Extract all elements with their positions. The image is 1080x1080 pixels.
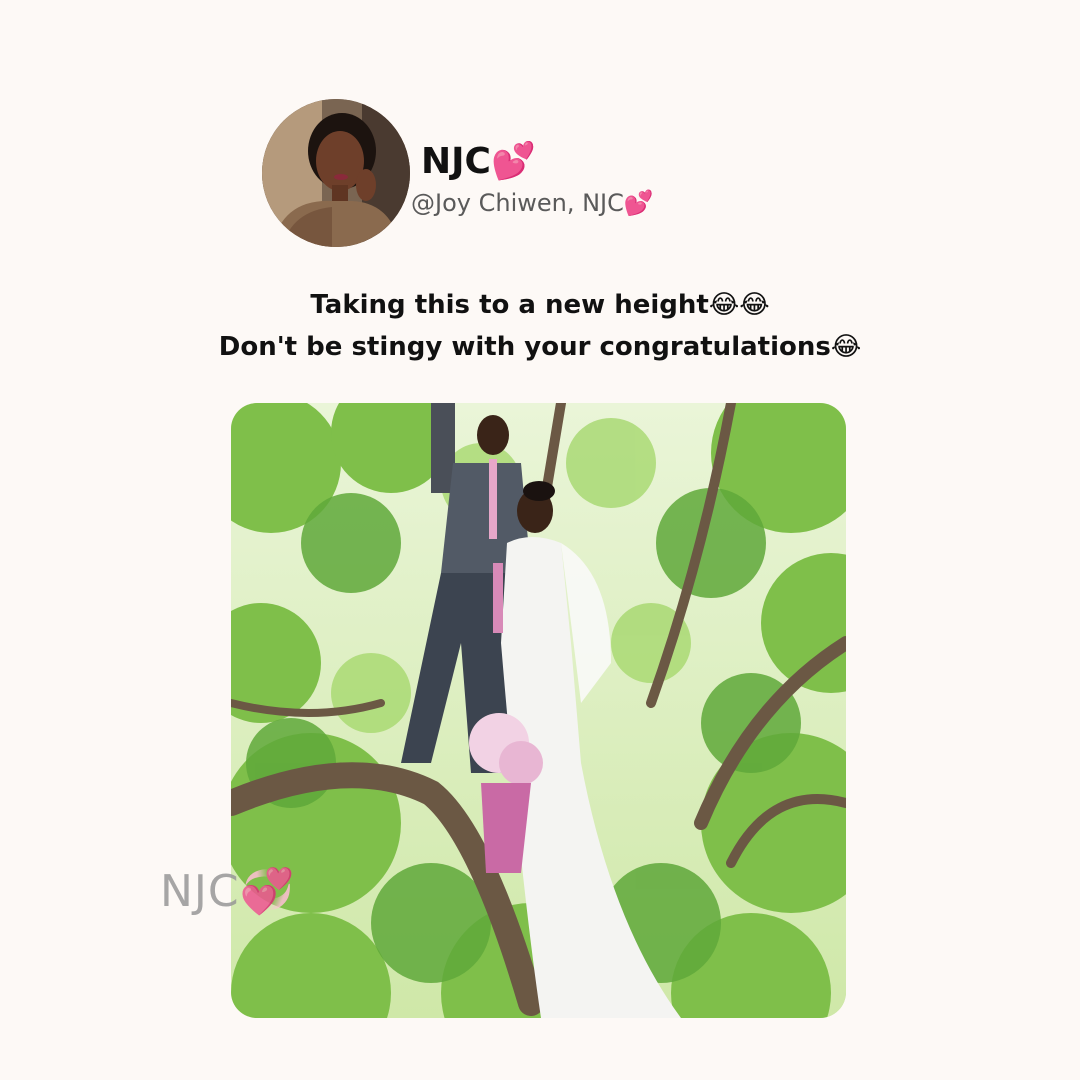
author-handle[interactable]: @Joy Chiwen, NJC💕 — [411, 187, 654, 219]
post-image[interactable] — [231, 403, 846, 1018]
avatar-image — [262, 99, 410, 247]
caption-line-2: Don't be stingy with your congratulation… — [218, 332, 862, 362]
post-caption: Taking this to a new height😂😂 Don't be s… — [0, 284, 1080, 368]
avatar[interactable] — [262, 99, 410, 247]
caption-line-1: Taking this to a new height😂😂 — [310, 290, 770, 320]
post-card: NJC💕 @Joy Chiwen, NJC💕 Taking this to a … — [0, 0, 1080, 1080]
author-name[interactable]: NJC💕 — [421, 140, 536, 184]
photo-watermark: NJC💞 — [160, 866, 296, 917]
wedding-photo-illustration — [231, 403, 846, 1018]
